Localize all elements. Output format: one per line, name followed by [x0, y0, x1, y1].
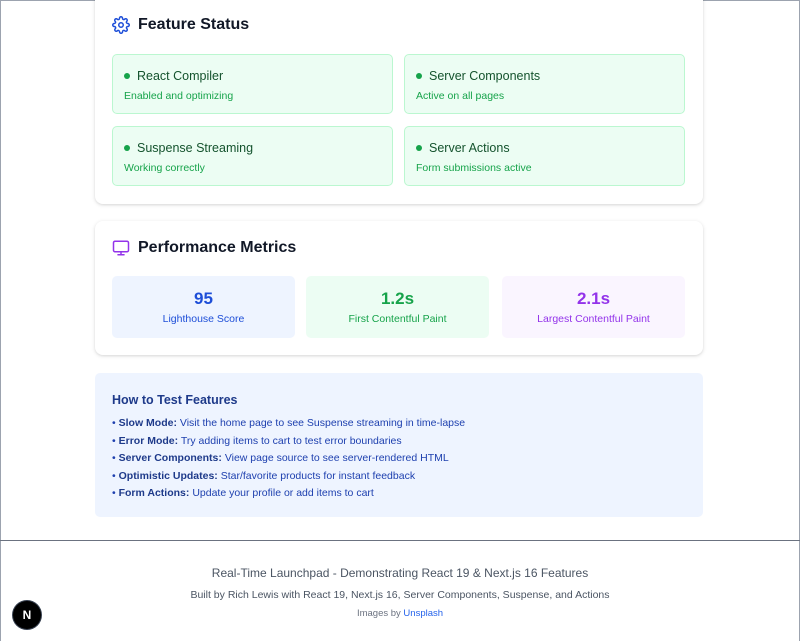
status-dot-icon	[416, 145, 422, 151]
list-item: • Error Mode: Try adding items to cart t…	[112, 433, 465, 451]
how-to-test-list: • Slow Mode: Visit the home page to see …	[112, 415, 465, 503]
feature-status-card: Feature Status React Compiler Enabled an…	[95, 0, 703, 204]
metric-lighthouse-score: 95 Lighthouse Score	[112, 276, 295, 338]
list-item-term: Slow Mode:	[118, 417, 177, 429]
list-item: • Optimistic Updates: Star/favorite prod…	[112, 468, 465, 486]
performance-metrics-card: Performance Metrics 95 Lighthouse Score …	[95, 221, 703, 355]
status-item-name: Suspense Streaming	[137, 141, 254, 155]
status-item-name: Server Actions	[429, 141, 510, 155]
footer-images-prefix: Images by	[356, 608, 401, 619]
list-item: • Server Components: View page source to…	[112, 450, 465, 468]
status-item-description: Enabled and optimizing	[124, 90, 234, 102]
list-item-text: Visit the home page to see Suspense stre…	[179, 417, 466, 429]
status-item-name: React Compiler	[137, 69, 224, 83]
metric-first-contentful-paint: 1.2s First Contentful Paint	[306, 276, 489, 338]
status-item-name: Server Components	[429, 69, 541, 83]
list-item-text: Update your profile or add items to cart	[192, 487, 374, 499]
status-item-react-compiler: React Compiler Enabled and optimizing	[112, 54, 393, 114]
status-item-server-components: Server Components Active on all pages	[404, 54, 685, 114]
metric-label: Largest Contentful Paint	[537, 313, 650, 325]
bullet: •	[112, 487, 116, 499]
status-dot-icon	[124, 145, 130, 151]
footer-divider	[0, 540, 800, 541]
metric-label: Lighthouse Score	[162, 313, 245, 325]
metric-value: 2.1s	[576, 289, 611, 308]
status-item-description: Working correctly	[124, 162, 205, 174]
status-dot-icon	[416, 73, 422, 79]
bullet: •	[112, 452, 116, 464]
list-item: • Slow Mode: Visit the home page to see …	[112, 415, 465, 433]
nextjs-dev-tools-button[interactable]: N	[13, 601, 41, 629]
list-item-term: Optimistic Updates:	[118, 469, 218, 482]
nextjs-logo-icon: N	[22, 608, 32, 622]
footer-credits: Built by Rich Lewis with React 19, Next.…	[190, 589, 610, 601]
metric-label: First Contentful Paint	[348, 313, 447, 325]
how-to-test-title: How to Test Features	[112, 393, 238, 407]
bullet: •	[112, 417, 116, 429]
status-item-description: Form submissions active	[416, 162, 532, 174]
performance-metrics-heading: Performance Metrics	[112, 239, 296, 257]
feature-status-title: Feature Status	[138, 16, 250, 33]
list-item-term: Server Components:	[118, 452, 222, 464]
status-item-description: Active on all pages	[416, 90, 505, 102]
metric-value: 1.2s	[380, 289, 415, 308]
monitor-icon	[112, 239, 130, 257]
list-item-text: Star/favorite products for instant feedb…	[220, 469, 416, 482]
feature-status-heading: Feature Status	[112, 16, 249, 34]
performance-metrics-title: Performance Metrics	[138, 239, 297, 256]
unsplash-link[interactable]: Unsplash	[403, 608, 443, 619]
metric-largest-contentful-paint: 2.1s Largest Contentful Paint	[502, 276, 685, 338]
status-dot-icon	[124, 73, 130, 79]
footer-image-credit: Images by Unsplash	[0, 608, 800, 619]
list-item-term: Form Actions:	[118, 487, 190, 499]
metric-value: 95	[194, 289, 213, 308]
how-to-test-panel: How to Test Features • Slow Mode: Visit …	[95, 373, 703, 517]
list-item-term: Error Mode:	[118, 434, 179, 447]
window-border-left	[0, 0, 1, 641]
status-item-server-actions: Server Actions Form submissions active	[404, 126, 685, 186]
list-item: • Form Actions: Update your profile or a…	[112, 485, 465, 503]
list-item-text: View page source to see server-rendered …	[224, 452, 449, 464]
footer-tagline: Real-Time Launchpad - Demonstrating Reac…	[211, 566, 589, 580]
bullet: •	[112, 469, 116, 482]
bullet: •	[112, 434, 116, 447]
gear-icon	[112, 16, 130, 34]
list-item-text: Try adding items to cart to test error b…	[180, 434, 402, 447]
status-item-suspense-streaming: Suspense Streaming Working correctly	[112, 126, 393, 186]
